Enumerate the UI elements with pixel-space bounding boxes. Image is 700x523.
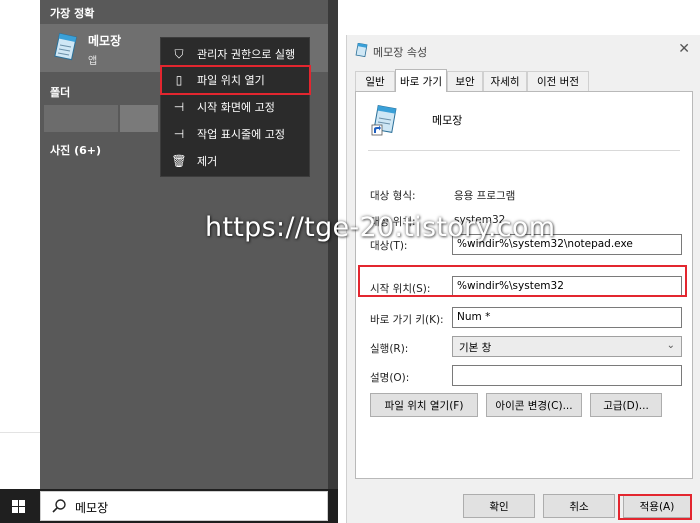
highlight-shortcut-key bbox=[358, 265, 687, 297]
taskbar-search-box[interactable]: 메모장 bbox=[40, 491, 328, 521]
ok-button[interactable]: 확인 bbox=[463, 494, 535, 518]
notepad-icon bbox=[355, 43, 368, 57]
folder-result[interactable] bbox=[120, 105, 158, 132]
cancel-button[interactable]: 취소 bbox=[543, 494, 615, 518]
watermark-text: https://tge-20.tistory.com bbox=[205, 212, 556, 243]
best-match-header: 가장 정확 bbox=[50, 7, 95, 20]
context-item-pin-to-taskbar[interactable]: ⊣ 작업 표시줄에 고정 bbox=[161, 121, 311, 147]
highlight-open-file-location bbox=[160, 65, 311, 95]
pin-icon: ⊣ bbox=[173, 127, 185, 141]
run-label: 실행(R): bbox=[370, 343, 409, 355]
context-item-label: 제거 bbox=[197, 155, 218, 168]
trash-icon: 🗑 bbox=[171, 154, 187, 168]
folder-header: 폴더 bbox=[50, 86, 71, 99]
app-type: 앱 bbox=[88, 56, 98, 67]
start-menu-edge bbox=[328, 0, 338, 489]
tab-details[interactable]: 자세히 bbox=[483, 71, 527, 91]
pin-icon: ⊣ bbox=[173, 100, 185, 114]
open-file-location-button[interactable]: 파일 위치 열기(F) bbox=[370, 393, 478, 417]
folder-result[interactable] bbox=[44, 105, 118, 132]
highlight-apply-button bbox=[618, 494, 692, 520]
desktop-edge bbox=[0, 0, 40, 489]
windows-start-icon[interactable] bbox=[12, 500, 26, 514]
advanced-button[interactable]: 고급(D)... bbox=[590, 393, 662, 417]
divider bbox=[368, 150, 680, 151]
shortcut-key-input[interactable]: Num * bbox=[452, 307, 682, 328]
photo-header[interactable]: 사진 (6+) bbox=[50, 142, 101, 158]
dialog-title: 메모장 속성 bbox=[373, 46, 428, 59]
context-item-label: 시작 화면에 고정 bbox=[197, 101, 275, 114]
shortcut-key-label: 바로 가기 키(K): bbox=[370, 314, 444, 326]
target-type-label: 대상 형식: bbox=[370, 190, 416, 202]
chevron-down-icon: ⌄ bbox=[666, 340, 675, 351]
comment-input[interactable] bbox=[452, 365, 682, 386]
close-icon[interactable]: ✕ bbox=[678, 41, 690, 57]
search-input-text: 메모장 bbox=[75, 501, 109, 515]
tab-previous-versions[interactable]: 이전 버전 bbox=[527, 71, 589, 91]
notepad-shortcut-icon bbox=[371, 105, 397, 136]
notepad-icon bbox=[54, 33, 77, 61]
app-name: 메모장 bbox=[88, 34, 122, 48]
comment-label: 설명(O): bbox=[370, 372, 410, 384]
context-item-label: 관리자 권한으로 실행 bbox=[197, 48, 296, 61]
search-icon bbox=[52, 499, 66, 513]
tab-general[interactable]: 일반 bbox=[355, 71, 395, 91]
context-item-label: 작업 표시줄에 고정 bbox=[197, 128, 285, 141]
gap bbox=[338, 0, 346, 523]
context-item-run-as-admin[interactable]: ⛉ 관리자 권한으로 실행 bbox=[161, 41, 311, 67]
run-select[interactable]: 기본 창 ⌄ bbox=[452, 336, 682, 357]
context-menu: ⛉ 관리자 권한으로 실행 ▯ 파일 위치 열기 ⊣ 시작 화면에 고정 ⊣ 작… bbox=[160, 37, 310, 177]
change-icon-button[interactable]: 아이콘 변경(C)... bbox=[486, 393, 582, 417]
context-item-uninstall[interactable]: 🗑 제거 bbox=[161, 148, 311, 174]
tab-security[interactable]: 보안 bbox=[447, 71, 483, 91]
shortcut-name: 메모장 bbox=[432, 114, 463, 127]
run-select-value: 기본 창 bbox=[459, 342, 492, 354]
admin-shield-icon: ⛉ bbox=[174, 46, 184, 61]
target-type-value: 응용 프로그램 bbox=[454, 190, 516, 202]
context-item-pin-to-start[interactable]: ⊣ 시작 화면에 고정 bbox=[161, 94, 311, 120]
tab-shortcut[interactable]: 바로 가기 bbox=[395, 69, 447, 92]
